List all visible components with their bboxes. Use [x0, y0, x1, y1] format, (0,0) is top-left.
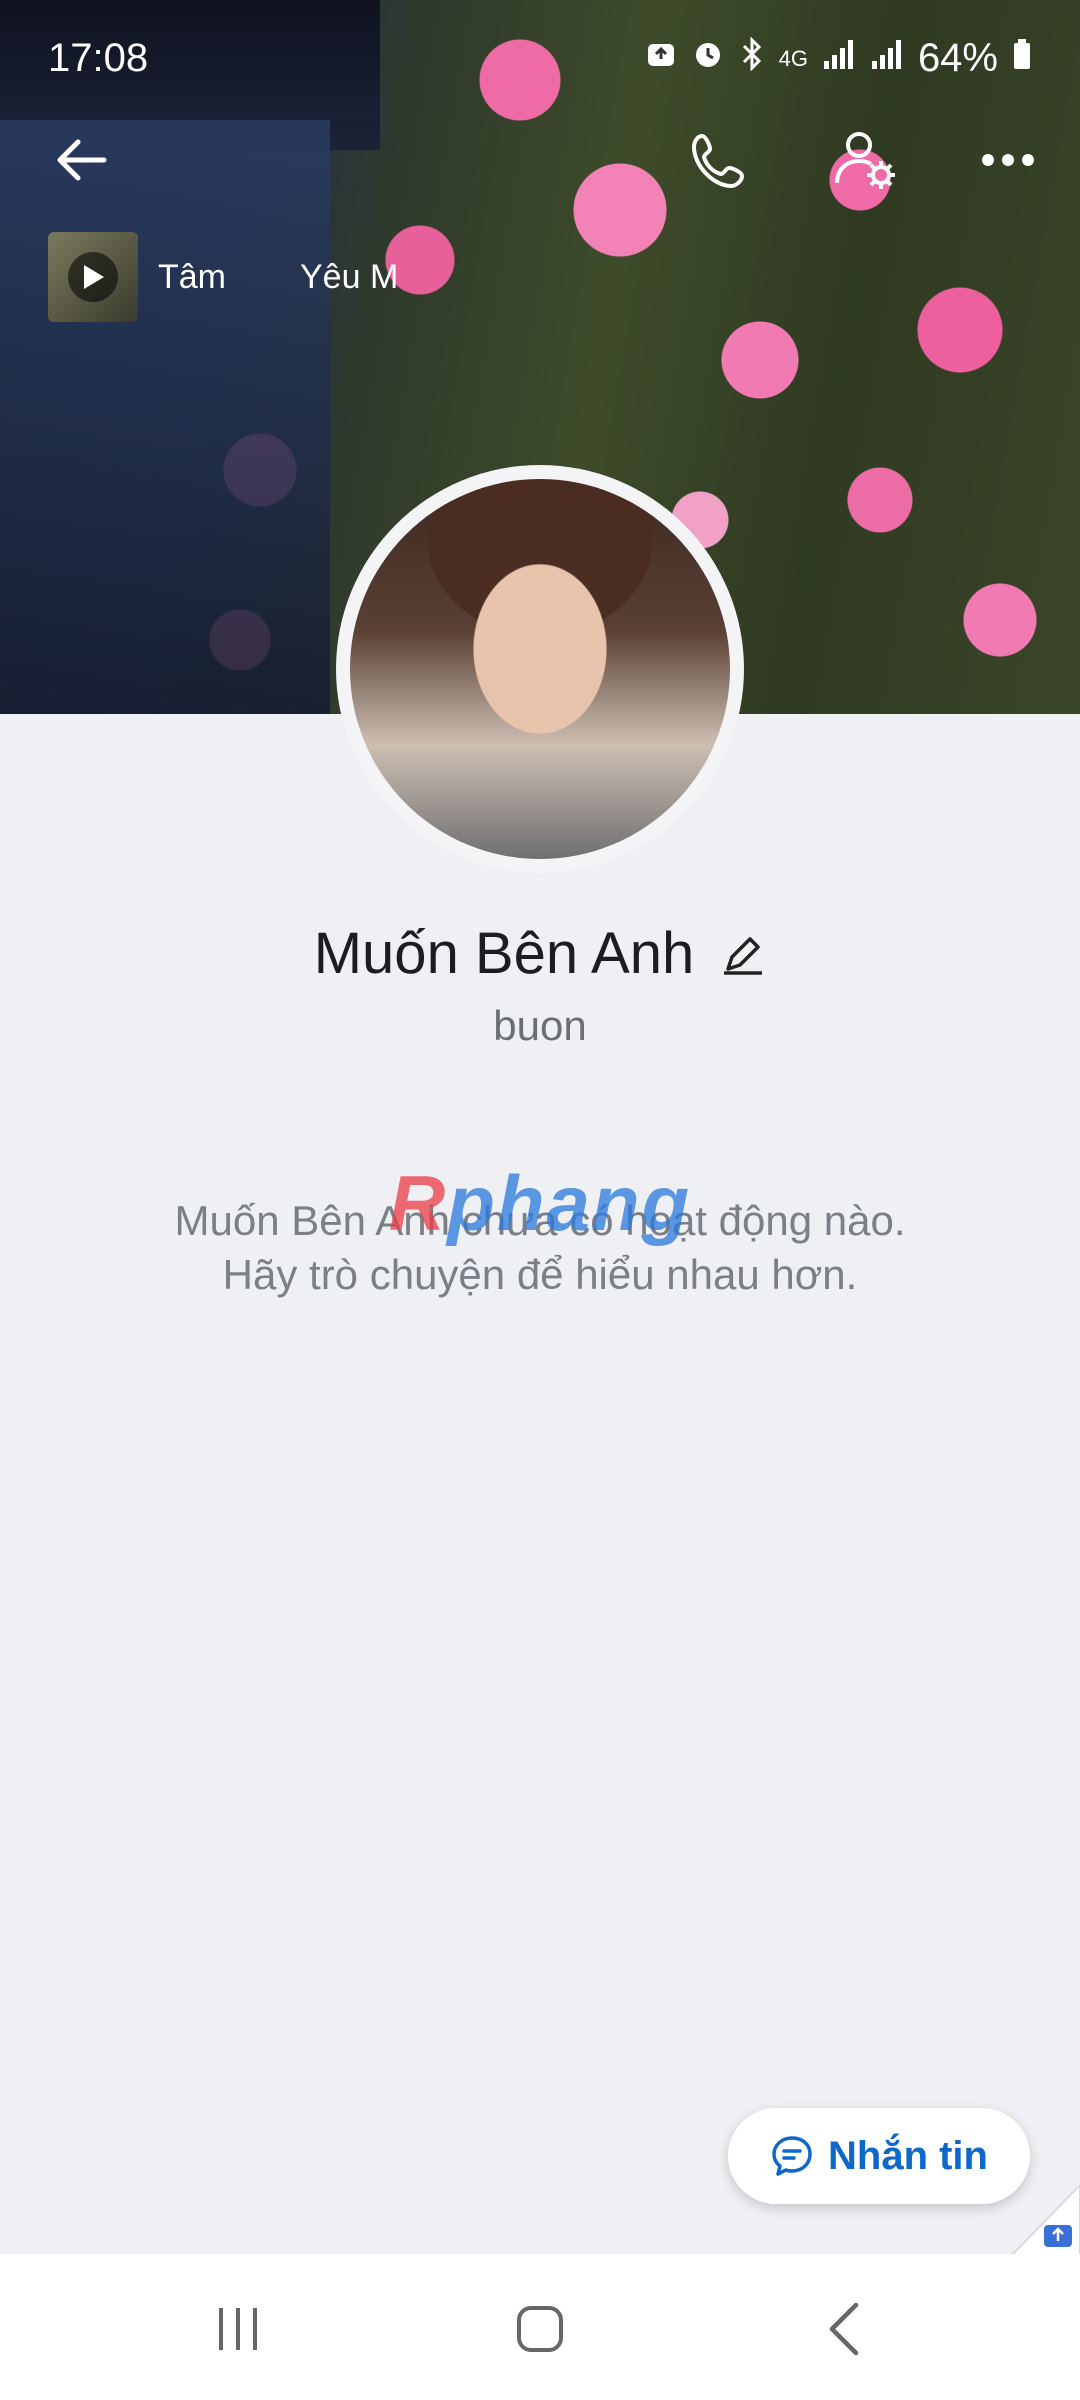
status-icons: 4G 64%	[645, 36, 1032, 81]
watermark-part2: phang	[447, 1159, 692, 1247]
pencil-icon[interactable]	[720, 931, 766, 977]
play-icon	[68, 252, 118, 302]
music-strip[interactable]: Tâm Yêu M	[48, 232, 438, 322]
cover-water	[0, 120, 330, 714]
network-type: 4G	[778, 45, 808, 71]
phone-icon	[692, 134, 744, 188]
music-thumbnail[interactable]	[48, 232, 138, 322]
user-settings-icon	[835, 132, 895, 189]
music-ticker: Tâm Yêu M	[158, 258, 438, 297]
home-button[interactable]	[500, 2294, 580, 2364]
battery-icon	[1012, 36, 1032, 81]
message-button[interactable]: Nhắn tin	[728, 2108, 1030, 2204]
upload-corner-icon[interactable]	[1000, 2185, 1080, 2255]
more-button[interactable]	[968, 120, 1048, 200]
profile-name: Muốn Bên Anh	[313, 921, 695, 986]
avatar[interactable]	[336, 465, 744, 873]
empty-line-2: Hãy trò chuyện để hiểu nhau hơn.	[222, 1251, 858, 1298]
watermark-part1: R	[388, 1159, 448, 1247]
more-dots-icon	[982, 154, 1034, 166]
chat-bubble-icon	[772, 2136, 812, 2176]
battery-percent: 64%	[917, 36, 998, 80]
ticker-item: Tâm	[158, 257, 226, 296]
status-time: 17:08	[48, 36, 149, 80]
notification-icon	[645, 36, 677, 81]
signal-icon	[822, 36, 856, 81]
bluetooth-icon	[739, 36, 765, 81]
system-nav-bar	[0, 2254, 1080, 2400]
avatar-photo	[350, 479, 730, 859]
back-nav-button[interactable]	[804, 2294, 884, 2364]
chevron-left-icon	[829, 2302, 859, 2356]
back-button[interactable]	[42, 120, 122, 200]
ticker-item: Yêu M	[300, 257, 399, 296]
recents-icon	[219, 2308, 257, 2350]
message-button-label: Nhắn tin	[828, 2133, 988, 2178]
alarm-icon	[691, 36, 725, 81]
profile-name-row: Muốn Bên Anh	[0, 920, 1080, 987]
status-bar: 17:08 4G 64%	[0, 0, 1080, 120]
recent-apps-button[interactable]	[198, 2294, 278, 2364]
arrow-left-icon	[57, 139, 107, 181]
signal-icon-2	[870, 36, 904, 81]
home-icon	[517, 2306, 563, 2352]
call-button[interactable]	[680, 120, 760, 200]
watermark: Rphang	[0, 1158, 1080, 1249]
profile-subtitle: buon	[493, 1002, 587, 1049]
profile-settings-button[interactable]	[826, 120, 906, 200]
